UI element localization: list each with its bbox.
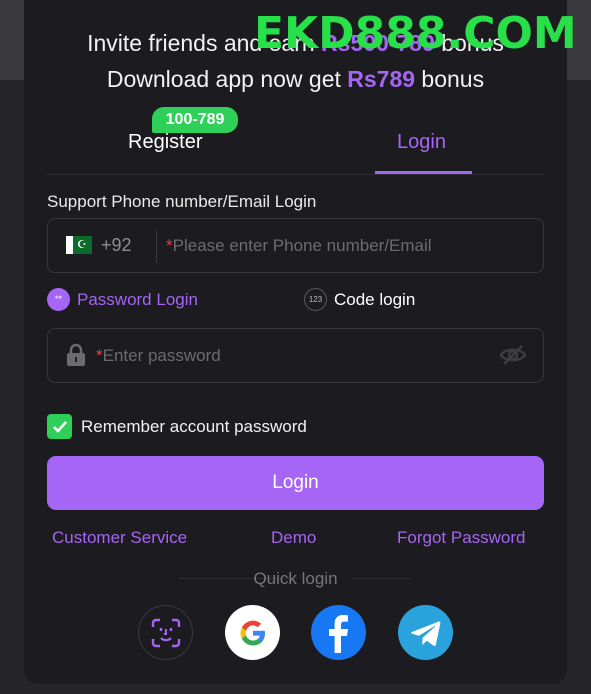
password-field[interactable]: *Enter password	[47, 328, 544, 383]
promo-download-line: Download app now get Rs789 bonus	[0, 66, 591, 93]
promo-download-amount: Rs789	[347, 66, 416, 92]
password-input-placeholder[interactable]: *Enter password	[96, 346, 221, 366]
code-mode-icon: 123	[304, 288, 327, 311]
code-login-option[interactable]: 123 Code login	[304, 288, 415, 311]
country-code[interactable]: +92	[101, 235, 132, 256]
facebook-icon	[328, 614, 348, 653]
checkmark-icon	[52, 420, 67, 433]
remember-checkbox[interactable]	[47, 414, 72, 439]
watermark-text: EKD888.COM	[254, 8, 577, 59]
password-placeholder-text: Enter password	[102, 346, 221, 365]
phone-placeholder-text: Please enter Phone number/Email	[172, 236, 432, 255]
tab-register[interactable]: Register	[128, 131, 202, 154]
remember-password-row[interactable]: Remember account password	[47, 414, 307, 439]
phone-input-placeholder[interactable]: *Please enter Phone number/Email	[166, 236, 432, 256]
lock-icon	[67, 343, 85, 366]
telegram-icon	[410, 620, 440, 646]
required-mark: *	[96, 346, 103, 365]
remember-label: Remember account password	[81, 416, 307, 436]
password-mode-icon: **	[47, 288, 70, 311]
facebook-login-button[interactable]	[311, 605, 366, 660]
required-mark: *	[166, 236, 173, 255]
customer-service-link[interactable]: Customer Service	[52, 528, 187, 548]
quick-login-divider-right	[352, 578, 412, 579]
tab-login[interactable]: Login	[397, 131, 446, 154]
telegram-login-button[interactable]	[398, 605, 453, 660]
pakistan-flag-icon[interactable]: ☪	[66, 236, 92, 254]
promo-download-prefix: Download app now get	[106, 66, 348, 92]
google-icon	[240, 620, 265, 645]
active-tab-indicator	[375, 171, 472, 174]
phone-field[interactable]: ☪ +92 *Please enter Phone number/Email	[47, 218, 544, 273]
password-login-label: Password Login	[77, 289, 198, 309]
face-id-login-button[interactable]	[138, 605, 193, 660]
login-button[interactable]: Login	[47, 456, 544, 510]
quick-login-label: Quick login	[253, 569, 338, 588]
password-login-option[interactable]: ** Password Login	[47, 288, 198, 311]
eye-off-icon[interactable]	[499, 344, 527, 366]
code-login-label: Code login	[334, 289, 416, 309]
google-login-button[interactable]	[225, 605, 280, 660]
field-separator	[156, 229, 157, 263]
register-bonus-badge: 100-789	[152, 107, 238, 133]
face-id-icon	[151, 618, 180, 647]
demo-link[interactable]: Demo	[271, 528, 316, 548]
forgot-password-link[interactable]: Forgot Password	[397, 528, 526, 548]
promo-download-suffix: bonus	[415, 66, 485, 92]
tab-divider	[47, 174, 544, 175]
support-label: Support Phone number/Email Login	[47, 192, 317, 211]
